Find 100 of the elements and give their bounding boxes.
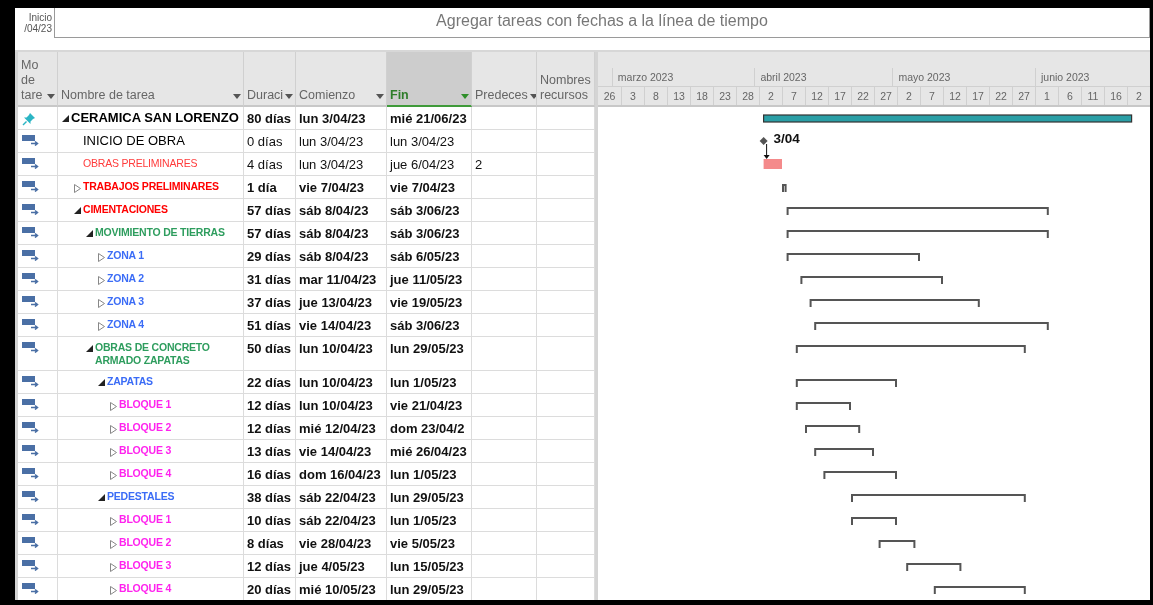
expand-icon[interactable] <box>98 299 105 308</box>
duration-cell: 51 días <box>244 314 296 337</box>
duration-cell: 0 días <box>244 130 296 153</box>
finish-date-cell: sáb 6/05/23 <box>387 245 472 268</box>
day-label: 22 <box>995 90 1007 102</box>
task-name: OBRAS DE CONCRETO ARMADO ZAPATAS <box>95 341 211 367</box>
finish-date-cell: lun 1/05/23 <box>387 463 472 486</box>
collapse-icon[interactable] <box>74 207 81 214</box>
finish-date-cell: vie 7/04/23 <box>387 176 472 199</box>
task-name: BLOQUE 2 <box>119 421 172 434</box>
task-name: ZAPATAS <box>107 375 153 388</box>
filter-caret-icon[interactable] <box>461 94 469 99</box>
task-name: ZONA 4 <box>107 318 144 331</box>
column-header[interactable]: Mo de tare <box>18 52 58 107</box>
task-name: CERAMICA SAN LORENZO <box>71 111 239 124</box>
task-name: OBRAS PRELIMINARES <box>83 157 198 170</box>
day-label: 23 <box>719 90 731 102</box>
collapse-icon[interactable] <box>98 379 105 386</box>
expand-icon[interactable] <box>110 448 117 457</box>
timeline-prompt: Agregar tareas con fechas a la línea de tiempo <box>436 11 768 30</box>
expand-icon[interactable] <box>110 540 117 549</box>
day-label: 18 <box>696 90 708 102</box>
collapse-icon[interactable] <box>98 494 105 501</box>
finish-date-cell: sáb 3/06/23 <box>387 222 472 245</box>
start-date-cell: sáb 22/04/23 <box>296 486 387 509</box>
start-date-cell: mar 11/04/23 <box>296 268 387 291</box>
duration-cell: 8 días <box>244 532 296 555</box>
task-name: BLOQUE 3 <box>119 559 172 572</box>
start-date-cell: lun 3/04/23 <box>296 130 387 153</box>
filter-caret-icon[interactable] <box>233 94 241 99</box>
column-header[interactable]: Comienzo <box>296 52 387 107</box>
day-label: 12 <box>811 90 823 102</box>
start-date-cell: mié 10/05/23 <box>296 578 387 600</box>
finish-date-cell: jue 11/05/23 <box>387 268 472 291</box>
day-label: 27 <box>1018 90 1030 102</box>
expand-icon[interactable] <box>98 276 105 285</box>
duration-cell: 10 días <box>244 509 296 532</box>
collapse-icon[interactable] <box>86 345 93 352</box>
day-label: 7 <box>791 90 797 102</box>
day-label: 6 <box>1067 90 1073 102</box>
day-label: 2 <box>768 90 774 102</box>
day-label: 7 <box>929 90 935 102</box>
day-label: 22 <box>857 90 869 102</box>
column-header[interactable]: Nombre de tarea <box>58 52 244 107</box>
start-date-cell: vie 28/04/23 <box>296 532 387 555</box>
expand-icon[interactable] <box>110 517 117 526</box>
duration-cell: 12 días <box>244 394 296 417</box>
start-date-cell: vie 14/04/23 <box>296 440 387 463</box>
expand-icon[interactable] <box>98 253 105 262</box>
start-date-cell: vie 7/04/23 <box>296 176 387 199</box>
task-name: ZONA 3 <box>107 295 144 308</box>
column-header[interactable]: Nombres recursos <box>537 52 595 107</box>
filter-caret-icon[interactable] <box>529 94 536 99</box>
finish-date-cell: sáb 3/06/23 <box>387 314 472 337</box>
expand-icon[interactable] <box>110 586 117 595</box>
expand-icon[interactable] <box>110 425 117 434</box>
task-name: BLOQUE 4 <box>119 467 172 480</box>
day-label: 28 <box>742 90 754 102</box>
milestone-label: 3/04 <box>773 131 800 146</box>
predecessors-cell: 2 <box>472 153 537 176</box>
duration-cell: 31 días <box>244 268 296 291</box>
day-label: 1 <box>1044 90 1050 102</box>
start-date-cell: jue 13/04/23 <box>296 291 387 314</box>
expand-icon[interactable] <box>74 184 81 193</box>
expand-icon[interactable] <box>110 563 117 572</box>
column-header[interactable]: Duraci <box>244 52 296 107</box>
duration-cell: 50 días <box>244 337 296 371</box>
duration-cell: 13 días <box>244 440 296 463</box>
finish-date-cell: mié 26/04/23 <box>387 440 472 463</box>
expand-icon[interactable] <box>98 322 105 331</box>
day-label: 11 <box>1087 90 1099 102</box>
column-header[interactable]: Fin <box>387 52 472 107</box>
month-label: marzo 2023 <box>617 71 674 83</box>
duration-cell: 37 días <box>244 291 296 314</box>
finish-date-cell: lun 1/05/23 <box>387 509 472 532</box>
task-name: CIMENTACIONES <box>83 203 168 216</box>
start-date-cell: lun 10/04/23 <box>296 337 387 371</box>
start-date-cell: sáb 8/04/23 <box>296 199 387 222</box>
expand-icon[interactable] <box>110 471 117 480</box>
finish-date-cell: dom 23/04/2 <box>387 417 472 440</box>
expand-icon[interactable] <box>110 402 117 411</box>
column-header[interactable]: Predeces <box>472 52 537 107</box>
finish-date-cell: jue 6/04/23 <box>387 153 472 176</box>
task-name: TRABAJOS PRELIMINARES <box>83 180 219 193</box>
filter-caret-icon[interactable] <box>285 94 294 99</box>
finish-date-cell: sáb 3/06/23 <box>387 199 472 222</box>
duration-cell: 1 día <box>244 176 296 199</box>
filter-caret-icon[interactable] <box>47 94 55 99</box>
day-label: 26 <box>603 90 616 102</box>
task-name: BLOQUE 1 <box>119 513 172 526</box>
finish-date-cell: lun 29/05/23 <box>387 578 472 600</box>
timeline-bar[interactable]: Agregar tareas con fechas a la línea de tiempo <box>54 8 1150 38</box>
duration-cell: 29 días <box>244 245 296 268</box>
duration-cell: 38 días <box>244 486 296 509</box>
collapse-icon[interactable] <box>86 230 93 237</box>
day-label: 2 <box>1136 90 1142 102</box>
duration-cell: 57 días <box>244 199 296 222</box>
filter-caret-icon[interactable] <box>376 94 384 99</box>
collapse-icon[interactable] <box>62 115 69 122</box>
task-name: BLOQUE 3 <box>119 444 172 457</box>
